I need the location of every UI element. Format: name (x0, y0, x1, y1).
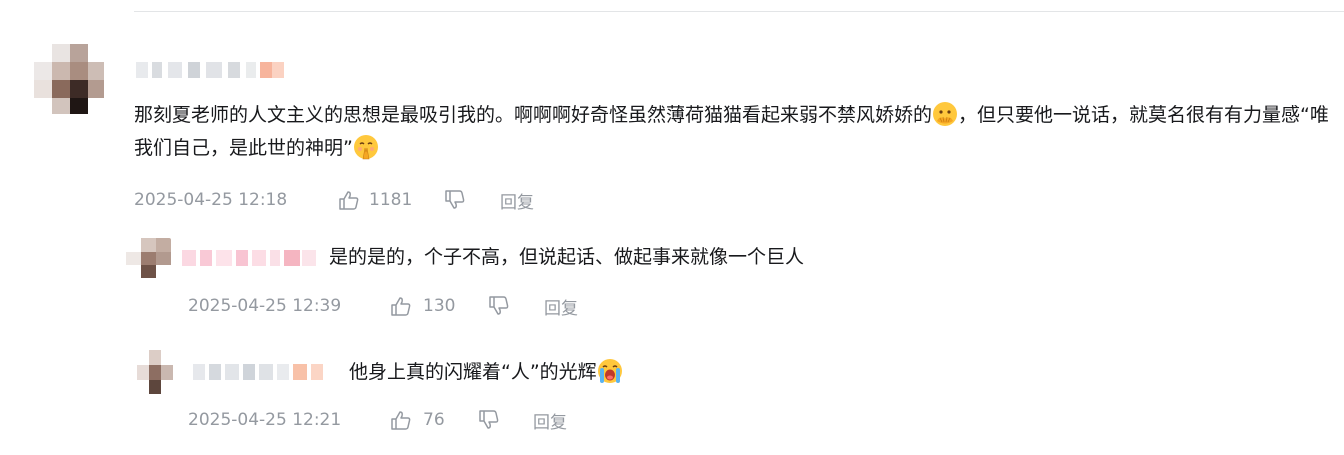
comment-time: 2025-04-25 12:18 (134, 190, 288, 210)
praying-face-emoji (353, 134, 379, 160)
reply-button[interactable]: 回复 (500, 191, 534, 215)
avatar[interactable] (126, 238, 171, 278)
comment-like-count: 1181 (369, 190, 413, 210)
thumbs-up-icon[interactable] (390, 296, 412, 316)
username[interactable] (193, 364, 333, 380)
reply-time: 2025-04-25 12:21 (188, 410, 342, 430)
reply-time: 2025-04-25 12:39 (188, 296, 342, 316)
username[interactable] (182, 250, 322, 266)
reply-like-count: 76 (423, 410, 445, 430)
top-divider (134, 11, 1344, 12)
thumbs-down-icon[interactable] (488, 296, 510, 316)
thumbs-up-icon[interactable] (338, 190, 360, 210)
avatar[interactable] (137, 350, 173, 394)
reply-button[interactable]: 回复 (544, 297, 578, 321)
thumbs-up-icon[interactable] (390, 410, 412, 430)
thumbs-down-icon[interactable] (444, 190, 466, 210)
comment-text: 那刻夏老师的人文主义的思想是最吸引我的。啊啊啊好奇怪虽然薄荷猫猫看起来弱不禁风娇… (134, 99, 1334, 165)
avatar[interactable] (34, 44, 104, 114)
reply-text: 他身上真的闪耀着“人”的光辉 (349, 356, 623, 389)
reply-like-count: 130 (423, 296, 456, 316)
reply-meta: 2025-04-25 12:21 76 回复 (188, 408, 608, 435)
reply-button[interactable]: 回复 (533, 411, 567, 435)
comment-text-part-1: 那刻夏老师的人文主义的思想是最吸引我的。啊啊啊好奇怪虽然薄荷猫猫看起来弱不禁风娇… (134, 104, 933, 126)
thumbs-down-icon[interactable] (478, 410, 500, 430)
username[interactable] (136, 62, 286, 78)
comment-meta: 2025-04-25 12:18 1181 回复 (134, 188, 634, 215)
reply-meta: 2025-04-25 12:39 130 回复 (188, 294, 608, 321)
face-with-hands-over-mouth-emoji (932, 101, 958, 127)
reply-text-content: 他身上真的闪耀着“人”的光辉 (349, 361, 597, 383)
crying-face-emoji (597, 358, 623, 384)
reply-text: 是的是的，个子不高，但说起话、做起事来就像一个巨人 (329, 246, 805, 268)
